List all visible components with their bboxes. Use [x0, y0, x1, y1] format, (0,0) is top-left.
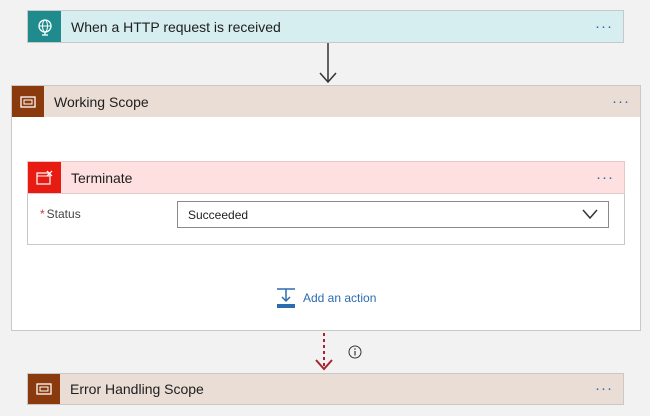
scope-icon [12, 86, 44, 117]
error-scope-more-menu[interactable]: ··· [595, 381, 613, 396]
trigger-more-menu[interactable]: ··· [595, 19, 613, 34]
status-selected-value: Succeeded [188, 207, 249, 222]
run-after-failed-arrow[interactable] [314, 331, 334, 373]
working-scope-more-menu[interactable]: ··· [612, 94, 630, 109]
working-scope-title: Working Scope [54, 93, 149, 110]
working-scope-header[interactable]: Working Scope ··· [11, 85, 641, 117]
add-action-label: Add an action [303, 291, 377, 305]
status-label-text: Status [46, 207, 81, 221]
status-dropdown[interactable]: Succeeded [177, 201, 609, 228]
scope-icon [28, 374, 60, 404]
terminate-icon [28, 162, 61, 193]
terminate-title: Terminate [71, 169, 133, 186]
required-marker: * [40, 207, 45, 221]
error-scope-title: Error Handling Scope [70, 381, 204, 397]
chevron-down-icon [582, 209, 598, 220]
add-action-icon [277, 288, 295, 308]
info-icon[interactable] [348, 345, 362, 359]
trigger-title: When a HTTP request is received [71, 18, 281, 35]
connector-arrow [319, 43, 337, 84]
error-handling-scope-header[interactable]: Error Handling Scope ··· [27, 373, 624, 405]
add-action-button[interactable]: Add an action [276, 287, 376, 309]
globe-request-icon [28, 11, 61, 42]
status-label: * Status [40, 207, 81, 221]
trigger-card[interactable]: When a HTTP request is received ··· [27, 10, 624, 43]
terminate-header[interactable]: Terminate ··· [27, 161, 625, 194]
terminate-more-menu[interactable]: ··· [596, 170, 614, 185]
